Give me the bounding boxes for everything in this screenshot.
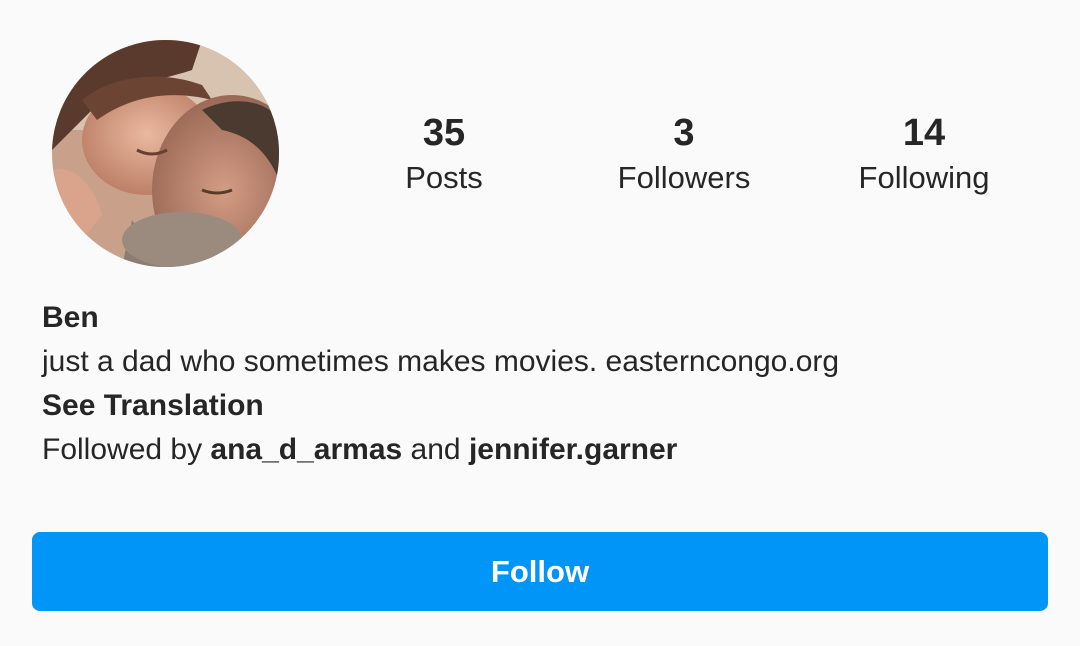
- avatar-photo-icon: [52, 40, 279, 267]
- followed-by-prefix: Followed by: [42, 433, 211, 466]
- followers-stat[interactable]: 3 Followers: [574, 108, 794, 198]
- profile-name: Ben: [42, 301, 99, 334]
- posts-count: 35: [422, 112, 466, 154]
- profile-stats: 35 Posts 3 Followers 14 Following: [330, 108, 1050, 208]
- posts-label: Posts: [405, 160, 483, 195]
- followed-by-line: Followed by ana_d_armas and jennifer.gar…: [42, 428, 1042, 472]
- profile-header: 35 Posts 3 Followers 14 Following Ben ju…: [0, 0, 1080, 646]
- followed-by-user-link[interactable]: ana_d_armas: [210, 433, 402, 466]
- following-count: 14: [902, 112, 946, 154]
- profile-bio: Ben just a dad who sometimes makes movie…: [42, 296, 1042, 472]
- bio-text: just a dad who sometimes makes movies. e…: [42, 345, 840, 378]
- followed-by-user-link[interactable]: jennifer.garner: [469, 433, 677, 466]
- followers-label: Followers: [617, 160, 751, 195]
- see-translation-link[interactable]: See Translation: [42, 384, 1042, 428]
- follow-button[interactable]: Follow: [32, 532, 1048, 611]
- followed-by-conjunction: and: [402, 433, 469, 466]
- following-stat[interactable]: 14 Following: [814, 108, 1034, 198]
- profile-avatar[interactable]: [52, 40, 279, 267]
- followers-count: 3: [673, 112, 695, 154]
- following-label: Following: [858, 160, 990, 195]
- posts-stat[interactable]: 35 Posts: [334, 108, 554, 198]
